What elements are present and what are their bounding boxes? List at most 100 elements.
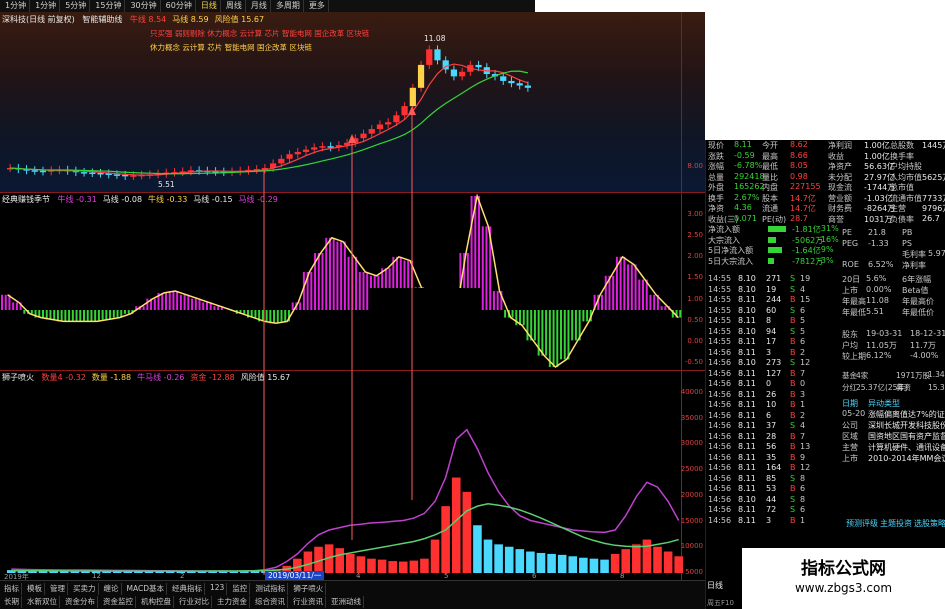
- bottom-tab[interactable]: 模板: [25, 583, 45, 595]
- info-link[interactable]: 预测评级: [846, 518, 878, 529]
- quote-cell: 财务费: [828, 204, 852, 213]
- bottom-tab[interactable]: 资金监控: [101, 596, 136, 608]
- summary-cell: 基金: [842, 371, 857, 380]
- period-tab[interactable]: 更多: [306, 0, 329, 12]
- lion-volume-chart: [7, 428, 683, 573]
- fundamental-row: 上市 0.00% Beta值: [706, 285, 945, 295]
- bottom-tab[interactable]: 缠论: [102, 583, 122, 595]
- summary-row: 分红25.37亿(25年)募资15.33亿(4): [706, 382, 945, 392]
- bottom-tab[interactable]: 水新双位: [25, 596, 60, 608]
- right-tab-daily[interactable]: 日线: [707, 580, 723, 591]
- valuation-cell: 6.52%: [868, 259, 894, 269]
- fundamental-cell: 18-12-31: [910, 329, 945, 338]
- period-tab[interactable]: 60分钟: [163, 0, 196, 12]
- volume-bar: [473, 525, 482, 573]
- period-tab[interactable]: 多周期: [273, 0, 304, 12]
- period-tab[interactable]: 15分钟: [92, 0, 126, 12]
- volume-bar: [579, 557, 588, 573]
- indicator-panel-season[interactable]: 经典赚钱季节 牛线 -0.31 马线 -0.08 牛线 -0.33 马线 -0.15 马…: [0, 192, 705, 370]
- quote-cell: 8.11: [734, 140, 752, 149]
- volume-bar: [515, 549, 525, 573]
- bottom-tab[interactable]: 综合资讯: [253, 596, 288, 608]
- main-chart-panel[interactable]: 深科技(日线 前复权) 智能辅助线 牛线 8.54 马线 8.59 风险值 15.6…: [0, 12, 705, 192]
- indicator-panel-lion[interactable]: 狮子喷火 数量4 -0.32 数量 -1.88 牛马线 -0.26 资金 -12.88…: [0, 370, 705, 580]
- quote-cell: 9796万: [922, 204, 945, 213]
- period-tab[interactable]: 1分钟: [32, 0, 61, 12]
- period-tab[interactable]: 30分钟: [127, 0, 161, 12]
- event-cell: 主营: [842, 443, 858, 452]
- bottom-tab[interactable]: 测试指标: [253, 583, 289, 595]
- volume-bar: [526, 551, 535, 573]
- fundamental-row: 20日 5.6% 6年涨幅: [706, 274, 945, 284]
- volume-line-green: [11, 503, 679, 572]
- quote-row: 涨跌 -0.59 最高 8.66 收益 1.00亿 换手率: [706, 151, 945, 161]
- x-axis-label: 12: [92, 572, 101, 580]
- fundamental-row: [706, 318, 945, 328]
- quote-cell: 流通市值: [890, 193, 922, 203]
- fundamental-cell: 年最高: [842, 297, 866, 306]
- bottom-tab[interactable]: 指标: [2, 583, 22, 595]
- bottom-tab[interactable]: 狮子喷火: [291, 583, 327, 595]
- bottom-tab[interactable]: 行业对比: [177, 596, 212, 608]
- candle-body: [130, 175, 137, 177]
- bottom-tab[interactable]: 买卖力: [71, 583, 99, 595]
- quote-cell: 14:56: [708, 505, 732, 514]
- fundamental-row: 户均 11.05万 11.7万: [706, 340, 945, 350]
- tick-row: 14:56 8.11 164 B 12: [706, 463, 945, 473]
- x-axis-label: 4: [356, 572, 361, 580]
- valuation-cell: PEG: [842, 238, 859, 248]
- candle-body: [113, 174, 121, 176]
- volume-line-magenta: [11, 428, 680, 572]
- period-tab[interactable]: 日线: [198, 0, 221, 12]
- quote-cell: 2.67%: [734, 192, 760, 202]
- info-link[interactable]: 主题投资: [880, 518, 912, 529]
- period-tab[interactable]: 5分钟: [62, 0, 91, 12]
- bottom-tab[interactable]: 管理: [48, 583, 68, 595]
- fundamental-cell: 年最低价: [902, 308, 934, 317]
- candle-body: [278, 158, 285, 164]
- quote-cell: 未分配: [828, 172, 852, 182]
- bottom-tab[interactable]: 123: [208, 583, 228, 595]
- fundamental-cell: 股东: [842, 330, 858, 339]
- period-tab[interactable]: 周线: [223, 0, 246, 12]
- quote-cell: 量比: [762, 172, 778, 182]
- quote-cell: 8.11: [738, 505, 756, 514]
- quote-cell: 165262: [734, 182, 765, 191]
- info-link[interactable]: 选股策略: [914, 518, 945, 529]
- x-axis-label: 6: [532, 572, 537, 580]
- bottom-tab[interactable]: 监控: [230, 583, 251, 595]
- fundamental-cell: 11.7万: [910, 341, 936, 350]
- bottom-tab[interactable]: 主力资金: [215, 596, 250, 608]
- info-tabs: 长期 水新双位 资金分布 资金监控 机构控盘 行业对比 主力资金 综合资讯 行业资讯 亚洲动线: [2, 596, 364, 608]
- period-tab[interactable]: 1分钟: [2, 0, 31, 12]
- quote-cell: 14:56: [708, 484, 732, 493]
- valuation-cell: 5.97: [928, 249, 945, 258]
- bottom-tab[interactable]: 机构控盘: [139, 596, 174, 608]
- quote-cell: 流通: [762, 204, 778, 213]
- bottom-tab[interactable]: 亚洲动线: [329, 596, 364, 608]
- event-cell: 计算机硬件、通讯设备等: [868, 443, 945, 452]
- season-oscillator-chart: [1, 193, 682, 368]
- quote-cell: -6.78%: [734, 161, 763, 170]
- quote-cell: 户均持股: [890, 162, 922, 171]
- quote-cell: 6: [800, 484, 806, 493]
- bottom-tab[interactable]: 资金分布: [63, 596, 98, 608]
- status-f10[interactable]: 周五F10: [707, 598, 734, 608]
- quote-cell: 8.11: [738, 484, 756, 493]
- event-cell: 日期: [842, 399, 858, 408]
- bottom-tab[interactable]: 长期: [2, 596, 22, 608]
- oscillator-line: [7, 193, 679, 368]
- quote-cell: 涨跌: [708, 151, 724, 161]
- bottom-tab[interactable]: 经典指标: [170, 583, 205, 595]
- event-cell: 公司: [842, 421, 858, 430]
- quote-cell: 292418: [734, 171, 765, 181]
- quote-cell: 85: [766, 473, 777, 483]
- bottom-tab[interactable]: 行业资讯: [291, 596, 326, 608]
- period-tab[interactable]: 月线: [248, 0, 271, 12]
- quote-cell: 净利润: [828, 141, 852, 150]
- event-cell: 涨幅偏离值达7%的证券: [868, 410, 945, 419]
- ma-fast-line: [10, 63, 529, 176]
- event-cell: 区域: [842, 432, 858, 441]
- event-cell: 2010-2014年MM会议等: [868, 454, 945, 463]
- bottom-tab[interactable]: MACD基本: [125, 583, 167, 595]
